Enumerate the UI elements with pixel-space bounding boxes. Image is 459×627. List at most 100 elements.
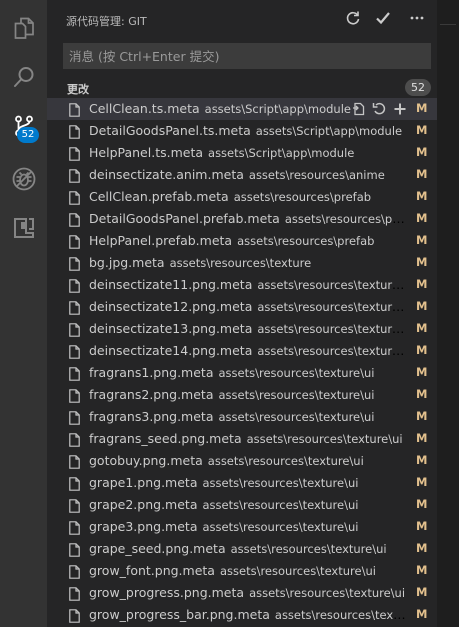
status-badge: M bbox=[416, 299, 428, 313]
file-entry: fragrans2.png.meta assets\resources\textu… bbox=[89, 387, 409, 403]
file-path: assets\Script\app\module bbox=[255, 124, 403, 138]
file-name: CellClean.prefab.meta bbox=[89, 189, 229, 204]
changes-label: 更改 bbox=[67, 83, 89, 96]
file-icon bbox=[69, 234, 80, 249]
status-badge: M bbox=[416, 101, 428, 115]
file-entry: fragrans3.png.meta assets\resources\textu… bbox=[89, 409, 409, 425]
file-row[interactable]: grow_progress.png.meta assets\resources\t… bbox=[47, 582, 437, 604]
debug-button[interactable] bbox=[0, 155, 47, 203]
file-path: assets\resources\texture\effect... bbox=[257, 322, 409, 336]
file-row[interactable]: deinsectizate13.png.meta assets\resources… bbox=[47, 318, 437, 340]
status-badge: M bbox=[416, 519, 428, 533]
file-name: grow_progress.png.meta bbox=[89, 585, 245, 600]
file-row[interactable]: deinsectizate14.png.meta assets\resources… bbox=[47, 340, 437, 362]
file-path: assets\resources\texture\ui bbox=[218, 410, 375, 424]
file-row[interactable]: deinsectizate.anim.meta assets\resources\… bbox=[47, 164, 437, 186]
more-actions-button[interactable] bbox=[407, 10, 427, 30]
discard-icon[interactable] bbox=[371, 101, 386, 117]
file-name: bg.jpg.meta bbox=[89, 255, 165, 270]
file-row[interactable]: gotobuy.png.meta assets\resources\texture… bbox=[47, 450, 437, 472]
file-icon bbox=[69, 190, 80, 205]
status-badge: M bbox=[416, 541, 428, 555]
file-row[interactable]: fragrans1.png.meta assets\resources\textu… bbox=[47, 362, 437, 384]
file-name: fragrans2.png.meta bbox=[89, 387, 214, 402]
status-badge: M bbox=[416, 233, 428, 247]
file-row[interactable]: grape_seed.png.meta assets\resources\text… bbox=[47, 538, 437, 560]
files-icon bbox=[12, 16, 36, 40]
file-row[interactable]: HelpPanel.ts.meta assets\Script\app\modul… bbox=[47, 142, 437, 164]
file-row[interactable]: HelpPanel.prefab.meta assets\resources\pr… bbox=[47, 230, 437, 252]
status-badge: M bbox=[416, 189, 428, 203]
changes-section-header[interactable]: 更改 52 bbox=[47, 78, 437, 98]
file-entry: grow_progress.png.meta assets\resources\t… bbox=[89, 585, 409, 601]
status-badge: M bbox=[416, 365, 428, 379]
activity-bar: 52 bbox=[0, 0, 47, 627]
file-name: gotobuy.png.meta bbox=[89, 453, 203, 468]
file-row[interactable]: bg.jpg.meta assets\resources\texture M bbox=[47, 252, 437, 274]
file-icon bbox=[69, 586, 80, 601]
file-name: CellClean.ts.meta bbox=[89, 101, 200, 116]
changes-list: CellClean.ts.meta assets\Script\app\modul… bbox=[47, 98, 437, 626]
file-entry: DetailGoodsPanel.prefab.meta assets\resou… bbox=[89, 211, 409, 227]
file-path: assets\resources\texture\ui bbox=[219, 564, 376, 578]
file-row[interactable]: deinsectizate11.png.meta assets\resources… bbox=[47, 274, 437, 296]
stage-icon[interactable] bbox=[392, 101, 407, 117]
file-row[interactable]: grow_font.png.meta assets\resources\textu… bbox=[47, 560, 437, 582]
file-path: assets\resources\texture\ui bbox=[202, 498, 359, 512]
file-icon bbox=[69, 542, 80, 557]
extensions-button[interactable] bbox=[0, 204, 47, 252]
file-name: grape2.png.meta bbox=[89, 497, 198, 512]
status-badge: M bbox=[416, 431, 428, 445]
commit-message-input[interactable] bbox=[63, 43, 431, 69]
file-path: assets\resources\texture\effect... bbox=[257, 278, 409, 292]
search-icon bbox=[12, 65, 36, 89]
file-path: assets\resources\prefab bbox=[284, 212, 409, 226]
search-button[interactable] bbox=[0, 53, 47, 101]
file-name: deinsectizate.anim.meta bbox=[89, 167, 244, 182]
file-row[interactable]: grape3.png.meta assets\resources\texture\… bbox=[47, 516, 437, 538]
changes-count-badge: 52 bbox=[405, 79, 431, 96]
status-badge: M bbox=[416, 343, 428, 357]
file-row[interactable]: grape1.png.meta assets\resources\texture\… bbox=[47, 472, 437, 494]
file-icon bbox=[69, 454, 80, 469]
file-name: fragrans1.png.meta bbox=[89, 365, 214, 380]
file-icon bbox=[69, 564, 80, 579]
explorer-button[interactable] bbox=[0, 4, 47, 52]
commit-check-icon bbox=[375, 10, 391, 30]
file-icon bbox=[69, 498, 80, 513]
file-row[interactable]: CellClean.ts.meta assets\Script\app\modul… bbox=[47, 98, 437, 120]
file-entry: gotobuy.png.meta assets\resources\texture… bbox=[89, 453, 409, 469]
file-row[interactable]: fragrans_seed.png.meta assets\resources\t… bbox=[47, 428, 437, 450]
commit-button[interactable] bbox=[373, 10, 393, 30]
status-badge: M bbox=[416, 167, 428, 181]
status-badge: M bbox=[416, 211, 428, 225]
file-row[interactable]: DetailGoodsPanel.prefab.meta assets\resou… bbox=[47, 208, 437, 230]
file-entry: deinsectizate14.png.meta assets\resources… bbox=[89, 343, 409, 359]
file-icon bbox=[69, 366, 80, 381]
file-path: assets\resources\texture\effect... bbox=[257, 344, 409, 358]
refresh-button[interactable] bbox=[343, 10, 363, 30]
file-row[interactable]: grow_progress_bar.png.meta assets\resourc… bbox=[47, 604, 437, 626]
file-icon bbox=[69, 300, 80, 315]
file-entry: deinsectizate.anim.meta assets\resources\… bbox=[89, 167, 409, 183]
status-badge: M bbox=[416, 497, 428, 511]
extensions-icon bbox=[12, 216, 36, 240]
open-file-icon[interactable] bbox=[351, 101, 366, 117]
file-row[interactable]: fragrans2.png.meta assets\resources\textu… bbox=[47, 384, 437, 406]
panel-header: 源代码管理: GIT bbox=[47, 0, 437, 40]
file-row[interactable]: fragrans3.png.meta assets\resources\textu… bbox=[47, 406, 437, 428]
file-row[interactable]: deinsectizate12.png.meta assets\resources… bbox=[47, 296, 437, 318]
status-badge: M bbox=[416, 145, 428, 159]
file-entry: grow_font.png.meta assets\resources\textu… bbox=[89, 563, 409, 579]
file-name: DetailGoodsPanel.prefab.meta bbox=[89, 211, 280, 226]
file-icon bbox=[69, 124, 80, 139]
status-badge: M bbox=[416, 321, 428, 335]
file-entry: fragrans1.png.meta assets\resources\textu… bbox=[89, 365, 409, 381]
file-row[interactable]: grape2.png.meta assets\resources\texture\… bbox=[47, 494, 437, 516]
file-row[interactable]: CellClean.prefab.meta assets\resources\pr… bbox=[47, 186, 437, 208]
file-name: grow_font.png.meta bbox=[89, 563, 215, 578]
file-row[interactable]: DetailGoodsPanel.ts.meta assets\Script\ap… bbox=[47, 120, 437, 142]
file-entry: DetailGoodsPanel.ts.meta assets\Script\ap… bbox=[89, 123, 409, 139]
file-entry: grape3.png.meta assets\resources\texture\… bbox=[89, 519, 409, 535]
file-icon bbox=[69, 388, 80, 403]
